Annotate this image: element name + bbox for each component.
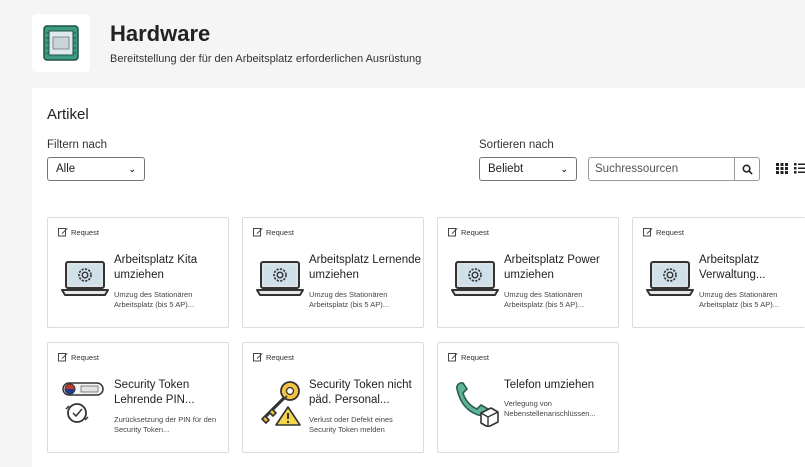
card-description: Umzug des Stationären Arbeitsplatz (bis … xyxy=(309,290,390,309)
sort-label: Sortieren nach xyxy=(479,139,554,151)
badge-label: Request xyxy=(266,227,294,237)
laptop-gear-icon xyxy=(256,254,304,302)
request-badge: Request xyxy=(448,352,489,362)
section-title: Artikel xyxy=(47,106,89,123)
page-subtitle: Bereitstellung der für den Arbeitsplatz … xyxy=(110,53,422,65)
list-view-button[interactable] xyxy=(794,161,805,175)
filter-select[interactable]: Alle ⌄ xyxy=(47,157,145,181)
search-icon xyxy=(742,164,753,175)
badge-label: Request xyxy=(71,352,99,362)
phone-box-icon xyxy=(451,379,499,428)
chevron-down-icon: ⌄ xyxy=(128,163,136,174)
edit-icon xyxy=(253,228,263,237)
badge-label: Request xyxy=(266,352,294,362)
request-badge: Request xyxy=(58,227,99,237)
laptop-gear-icon xyxy=(61,254,109,302)
laptop-gear-icon xyxy=(646,254,694,302)
card-description: Zurücksetzung der PIN für den Security T… xyxy=(114,415,217,434)
header-text: Hardware Bereitstellung der für den Arbe… xyxy=(110,21,421,65)
catalog-card[interactable]: Request Arbeitsplatz Verwaltung... Umzug… xyxy=(632,217,805,328)
laptop-gear-icon xyxy=(451,254,499,302)
sort-select-value: Beliebt xyxy=(488,163,524,175)
page-header: Hardware Bereitstellung der für den Arbe… xyxy=(32,8,805,78)
card-title: Arbeitsplatz Verwaltung... xyxy=(699,254,766,281)
badge-label: Request xyxy=(461,352,489,362)
request-badge: Request xyxy=(253,227,294,237)
filter-label: Filtern nach xyxy=(47,139,108,151)
card-description: Umzug des Stationären Arbeitsplatz (bis … xyxy=(114,290,195,309)
card-title: Security Token nicht päd. Personal... xyxy=(309,379,412,406)
request-badge: Request xyxy=(253,352,294,362)
edit-icon xyxy=(448,353,458,362)
request-badge: Request xyxy=(643,227,684,237)
key-warning-icon xyxy=(256,379,304,427)
security-token-icon xyxy=(61,379,109,427)
catalog-card[interactable]: Request Arbeitsplatz Kita umziehen Umzug… xyxy=(47,217,229,328)
card-title: Security Token Lehrende PIN... xyxy=(114,379,195,406)
card-title: Arbeitsplatz Kita umziehen xyxy=(114,254,198,281)
badge-label: Request xyxy=(71,227,99,237)
card-description: Verlust oder Defekt eines Security Token… xyxy=(309,415,393,434)
request-badge: Request xyxy=(448,227,489,237)
request-badge: Request xyxy=(58,352,99,362)
search-input[interactable]: Suchressourcen xyxy=(588,157,734,181)
badge-label: Request xyxy=(461,227,489,237)
chevron-down-icon: ⌄ xyxy=(560,163,568,174)
catalog-card[interactable]: Request Arbeitsplatz Power umziehen Umzu… xyxy=(437,217,619,328)
catalog-card[interactable]: Request Security Token nicht päd. Person… xyxy=(242,342,424,453)
card-description: Verlegung von Nebenstellenanschlüssen... xyxy=(504,399,596,418)
catalog-card[interactable]: Request Arbeitsplatz Lernende umziehen U… xyxy=(242,217,424,328)
sort-select[interactable]: Beliebt ⌄ xyxy=(479,157,577,181)
filter-select-value: Alle xyxy=(56,163,76,175)
edit-icon xyxy=(253,353,263,362)
chip-icon xyxy=(32,14,90,72)
catalog-card[interactable]: Request Telefon umziehen Verlegung von N… xyxy=(437,342,619,453)
edit-icon xyxy=(58,228,68,237)
card-description: Umzug des Stationären Arbeitsplatz (bis … xyxy=(699,290,780,309)
edit-icon xyxy=(643,228,653,237)
edit-icon xyxy=(448,228,458,237)
card-title: Arbeitsplatz Power umziehen xyxy=(504,254,600,281)
card-description: Umzug des Stationären Arbeitsplatz (bis … xyxy=(504,290,585,309)
card-title: Telefon umziehen xyxy=(504,379,595,391)
badge-label: Request xyxy=(656,227,684,237)
grid-view-button[interactable] xyxy=(776,161,790,175)
search-button[interactable] xyxy=(734,157,760,181)
edit-icon xyxy=(58,353,68,362)
grid-icon xyxy=(776,163,788,174)
list-icon xyxy=(794,163,805,174)
search-placeholder: Suchressourcen xyxy=(595,163,679,175)
page-title: Hardware xyxy=(110,21,211,46)
catalog-card[interactable]: Request Security Token Lehrende PIN... Z… xyxy=(47,342,229,453)
card-title: Arbeitsplatz Lernende umziehen xyxy=(309,254,421,281)
